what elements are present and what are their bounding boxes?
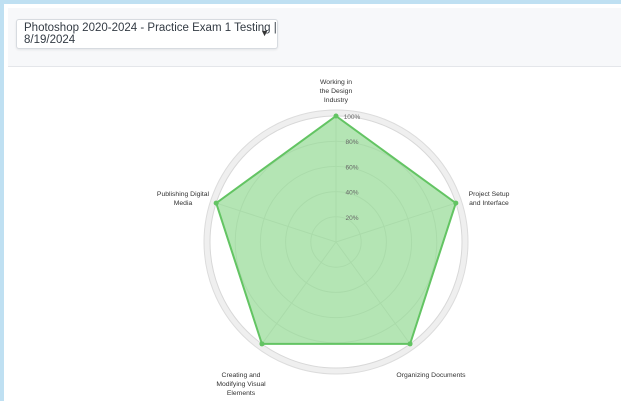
radar-tick-label: 20% xyxy=(345,215,358,222)
radar-category-label: Organizing Documents xyxy=(396,372,466,379)
radar-category-label: Project Setup and Interface xyxy=(469,191,510,207)
radar-data-point xyxy=(407,341,413,347)
radar-category-label: Publishing Digital Media xyxy=(157,191,210,207)
radar-tick-label: 100% xyxy=(344,114,361,121)
radar-tick-label: 80% xyxy=(345,139,358,146)
radar-chart: 20% 40% 60% 80% 100% Working in the Design Indu… xyxy=(157,79,510,397)
radar-category-label: Working in the Design Industry xyxy=(320,79,353,104)
radar-data-point xyxy=(259,341,265,347)
radar-data-point xyxy=(213,200,219,206)
radar-tick-label: 40% xyxy=(345,190,358,197)
radar-category-label: Creating and Modifying Visual Elements xyxy=(216,372,266,397)
radar-tick-label: 60% xyxy=(345,164,358,171)
radar-data-point xyxy=(333,113,339,119)
radar-chart-container: 20% 40% 60% 80% 100% Working in the Design Indu… xyxy=(0,0,621,401)
radar-data-point xyxy=(453,200,459,206)
